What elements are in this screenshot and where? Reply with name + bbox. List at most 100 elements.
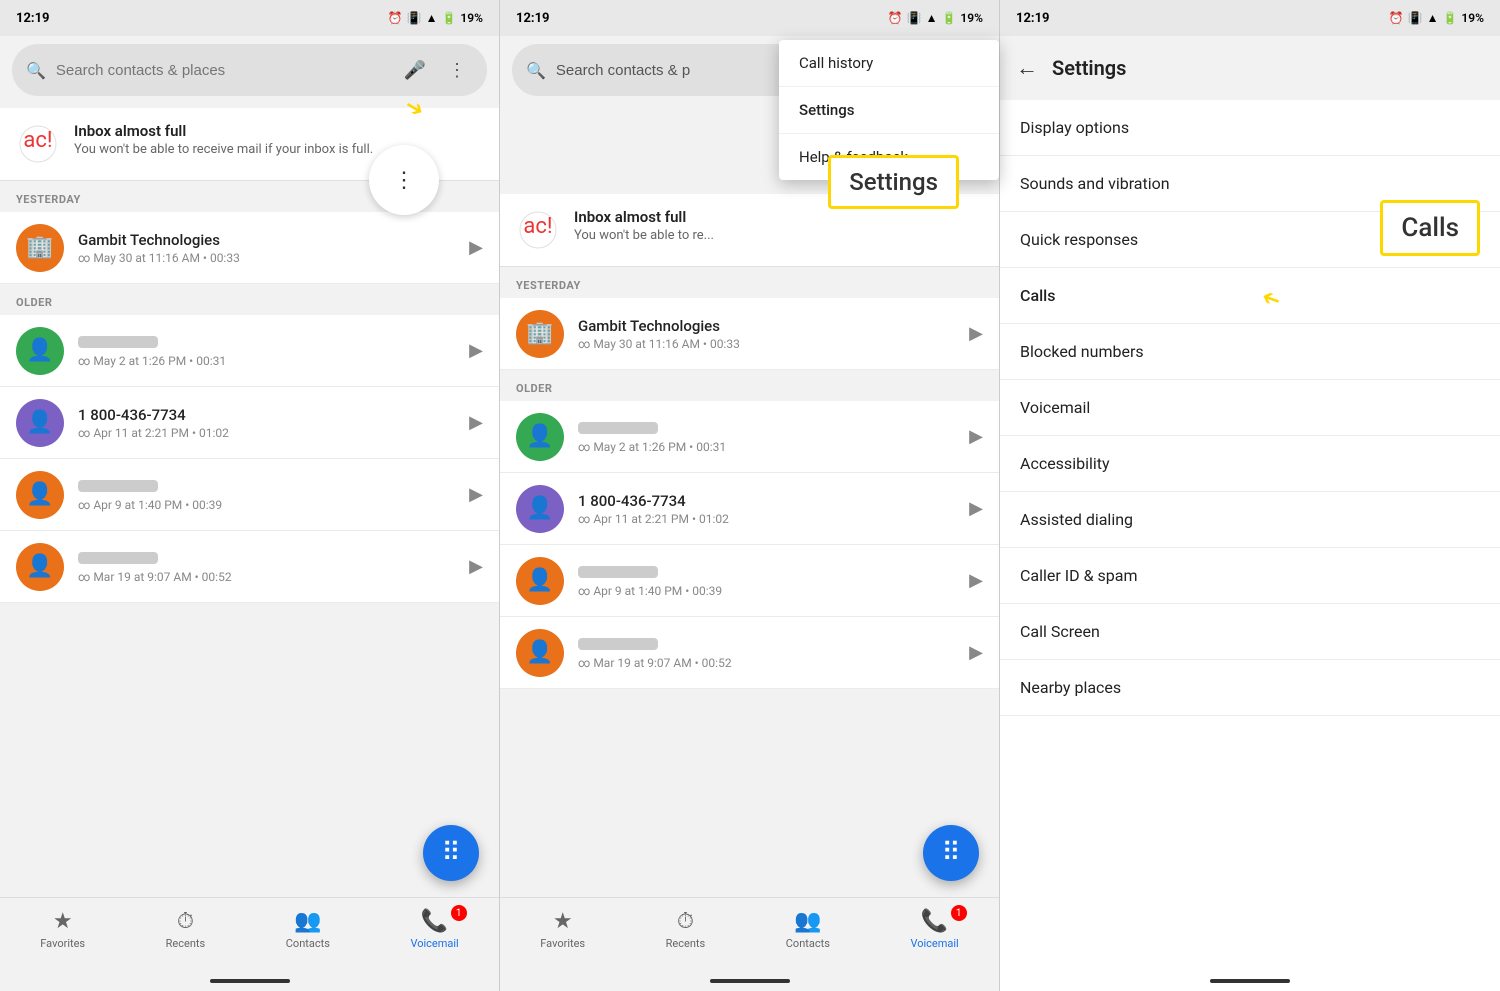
settings-item-display[interactable]: Display options: [1000, 100, 1500, 156]
fab-left[interactable]: ⠿: [423, 825, 479, 881]
recents-label-left: Recents: [166, 937, 206, 950]
settings-item-caller-id[interactable]: Caller ID & spam: [1000, 548, 1500, 604]
call-item-blurred2-left[interactable]: 👤 ∞ Apr 9 at 1:40 PM • 00:39 ▶: [0, 459, 499, 531]
avatar-gambit-middle: 🏢: [516, 310, 564, 358]
call-item-blurred3-middle[interactable]: 👤 ∞ Mar 19 at 9:07 AM • 00:52 ▶: [500, 617, 999, 689]
nav-favorites-left[interactable]: ★ Favorites: [40, 909, 85, 950]
play-btn-blurred2-middle[interactable]: ▶: [969, 570, 983, 591]
call-detail-1800-left: ∞ Apr 11 at 2:21 PM • 01:02: [78, 426, 455, 440]
play-btn-1800-left[interactable]: ▶: [469, 412, 483, 433]
settings-item-call-screen[interactable]: Call Screen: [1000, 604, 1500, 660]
call-detail-blurred3-left: ∞ Mar 19 at 9:07 AM • 00:52: [78, 570, 455, 584]
avatar-blurred2-left: 👤: [16, 471, 64, 519]
section-yesterday-middle: YESTERDAY: [500, 267, 999, 298]
call-name-blurred1-left: [78, 334, 455, 352]
status-bar-middle: 12:19 ⏰📳▲🔋19%: [500, 0, 999, 36]
settings-item-nearby[interactable]: Nearby places: [1000, 660, 1500, 716]
dropdown-call-history[interactable]: Call history: [779, 40, 999, 87]
call-item-blurred2-middle[interactable]: 👤 ∞ Apr 9 at 1:40 PM • 00:39 ▶: [500, 545, 999, 617]
search-bar-left[interactable]: 🔍 🎤 ⋮: [12, 44, 487, 96]
play-btn-blurred3-left[interactable]: ▶: [469, 556, 483, 577]
call-name-blurred2-middle: [578, 564, 955, 582]
nav-voicemail-left[interactable]: 📞 Voicemail 1: [410, 909, 458, 950]
svg-text:ac!: ac!: [23, 128, 52, 153]
nav-favorites-middle[interactable]: ★ Favorites: [540, 909, 585, 950]
nav-recents-left[interactable]: ⏱ Recents: [166, 909, 206, 950]
avatar-blurred1-left: 👤: [16, 327, 64, 375]
dialpad-icon-middle: ⠿: [941, 838, 960, 868]
call-name-blurred3-left: [78, 550, 455, 568]
dropdown-settings[interactable]: Settings: [779, 87, 999, 134]
avatar-1800-middle: 👤: [516, 485, 564, 533]
call-info-1800-left: 1 800-436-7734 ∞ Apr 11 at 2:21 PM • 01:…: [78, 406, 455, 440]
call-item-blurred3-left[interactable]: 👤 ∞ Mar 19 at 9:07 AM • 00:52 ▶: [0, 531, 499, 603]
recents-icon-middle: ⏱: [677, 909, 694, 934]
call-detail-blurred2-left: ∞ Apr 9 at 1:40 PM • 00:39: [78, 498, 455, 512]
call-item-1800-left[interactable]: 👤 1 800-436-7734 ∞ Apr 11 at 2:21 PM • 0…: [0, 387, 499, 459]
fab-middle[interactable]: ⠿: [923, 825, 979, 881]
avatar-gambit-left: 🏢: [16, 224, 64, 272]
call-item-blurred1-middle[interactable]: 👤 ∞ May 2 at 1:26 PM • 00:31 ▶: [500, 401, 999, 473]
recents-icon-left: ⏱: [177, 909, 194, 934]
call-info-1800-middle: 1 800-436-7734 ∞ Apr 11 at 2:21 PM • 01:…: [578, 492, 955, 526]
voicemail-icon-left: 📞: [421, 909, 448, 934]
nav-contacts-left[interactable]: 👥 Contacts: [286, 909, 330, 950]
nav-recents-middle[interactable]: ⏱ Recents: [666, 909, 706, 950]
back-button[interactable]: ←: [1016, 55, 1038, 81]
avatar-blurred1-middle: 👤: [516, 413, 564, 461]
three-dot-circle[interactable]: ⋮: [369, 145, 439, 215]
play-btn-blurred1-middle[interactable]: ▶: [969, 426, 983, 447]
call-name-gambit-middle: Gambit Technologies: [578, 317, 955, 335]
play-btn-blurred2-left[interactable]: ▶: [469, 484, 483, 505]
settings-item-blocked[interactable]: Blocked numbers: [1000, 324, 1500, 380]
notif-text-left: Inbox almost full You won't be able to r…: [74, 122, 373, 157]
time-right: 12:19: [1016, 11, 1050, 26]
call-item-gambit-left[interactable]: 🏢 Gambit Technologies ∞ May 30 at 11:16 …: [0, 212, 499, 284]
search-input-left[interactable]: [56, 62, 389, 79]
call-detail-blurred2-middle: ∞ Apr 9 at 1:40 PM • 00:39: [578, 584, 955, 598]
play-btn-gambit-left[interactable]: ▶: [469, 237, 483, 258]
right-panel: 12:19 ⏰📳▲🔋19% ← Settings Display options…: [1000, 0, 1500, 991]
favorites-icon-left: ★: [53, 909, 73, 934]
play-btn-blurred3-middle[interactable]: ▶: [969, 642, 983, 663]
left-panel: 12:19 ⏰📳▲🔋19% 🔍 🎤 ⋮ ⋮ ➔ ac! Inbox almost…: [0, 0, 500, 991]
call-info-blurred2-middle: ∞ Apr 9 at 1:40 PM • 00:39: [578, 564, 955, 598]
search-icon-left: 🔍: [26, 61, 46, 80]
mic-icon-left[interactable]: 🎤: [399, 54, 431, 86]
settings-title: Settings: [1052, 56, 1126, 80]
section-older-left: OLDER: [0, 284, 499, 315]
contacts-icon-left: 👥: [294, 909, 321, 934]
call-name-blurred3-middle: [578, 636, 955, 654]
settings-item-voicemail[interactable]: Voicemail: [1000, 380, 1500, 436]
notif-text-middle: Inbox almost full You won't be able to r…: [574, 208, 714, 243]
settings-label-box: Settings: [828, 155, 959, 209]
call-item-blurred1-left[interactable]: 👤 ∞ May 2 at 1:26 PM • 00:31 ▶: [0, 315, 499, 387]
contacts-icon-middle: 👥: [794, 909, 821, 934]
call-item-1800-middle[interactable]: 👤 1 800-436-7734 ∞ Apr 11 at 2:21 PM • 0…: [500, 473, 999, 545]
call-detail-1800-middle: ∞ Apr 11 at 2:21 PM • 01:02: [578, 512, 955, 526]
search-icon-middle: 🔍: [526, 61, 546, 80]
play-btn-1800-middle[interactable]: ▶: [969, 498, 983, 519]
nav-voicemail-middle[interactable]: 📞 Voicemail 1: [910, 909, 958, 950]
play-btn-blurred1-left[interactable]: ▶: [469, 340, 483, 361]
notif-logo-left: ac!: [16, 122, 60, 166]
call-detail-gambit-left: ∞ May 30 at 11:16 AM • 00:33: [78, 251, 455, 265]
settings-item-calls[interactable]: Calls: [1000, 268, 1500, 324]
bottom-nav-left: ★ Favorites ⏱ Recents 👥 Contacts 📞 Voice…: [0, 897, 499, 961]
section-older-middle: OLDER: [500, 370, 999, 401]
play-btn-gambit-middle[interactable]: ▶: [969, 323, 983, 344]
settings-item-accessibility[interactable]: Accessibility: [1000, 436, 1500, 492]
call-item-gambit-middle[interactable]: 🏢 Gambit Technologies ∞ May 30 at 11:16 …: [500, 298, 999, 370]
status-icons-middle: ⏰📳▲🔋19%: [888, 11, 983, 25]
call-name-1800-left: 1 800-436-7734: [78, 406, 455, 424]
dialpad-icon-left: ⠿: [441, 838, 460, 868]
more-icon-left[interactable]: ⋮: [441, 54, 473, 86]
settings-item-assisted-dialing[interactable]: Assisted dialing: [1000, 492, 1500, 548]
time-left: 12:19: [16, 11, 50, 26]
recents-label-middle: Recents: [666, 937, 706, 950]
call-detail-blurred3-middle: ∞ Mar 19 at 9:07 AM • 00:52: [578, 656, 955, 670]
time-middle: 12:19: [516, 11, 550, 26]
call-info-gambit-middle: Gambit Technologies ∞ May 30 at 11:16 AM…: [578, 317, 955, 351]
nav-contacts-middle[interactable]: 👥 Contacts: [786, 909, 830, 950]
call-info-blurred3-left: ∞ Mar 19 at 9:07 AM • 00:52: [78, 550, 455, 584]
